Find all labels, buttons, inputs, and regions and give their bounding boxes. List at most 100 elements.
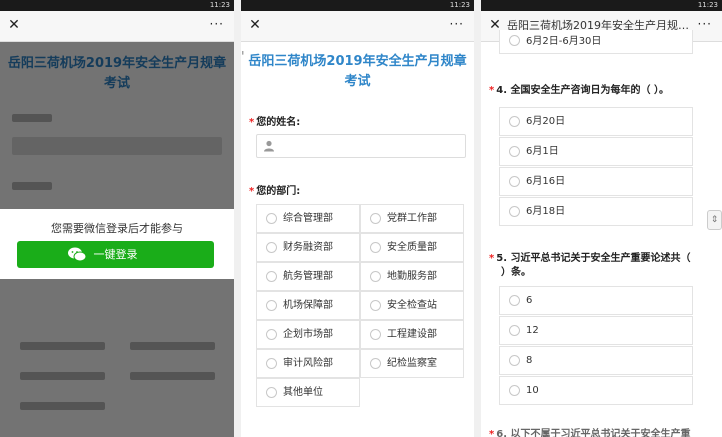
radio-button[interactable] xyxy=(509,206,520,217)
required-mark: * xyxy=(249,186,255,197)
dept-option-label: 纪检监察室 xyxy=(387,358,437,369)
dept-option[interactable]: 航务管理部 xyxy=(256,262,360,291)
radio-button[interactable] xyxy=(266,242,277,253)
dept-option[interactable]: 党群工作部 xyxy=(360,204,464,233)
user-icon xyxy=(264,140,274,152)
dept-option-label: 其他单位 xyxy=(283,387,323,398)
dept-label-text: 您的部门: xyxy=(256,186,301,197)
radio-button[interactable] xyxy=(370,213,381,224)
login-button-label: 一键登录 xyxy=(93,248,138,261)
radio-button[interactable] xyxy=(370,358,381,369)
required-mark: * xyxy=(489,253,495,264)
radio-button[interactable] xyxy=(266,300,277,311)
dept-option[interactable]: 纪检监察室 xyxy=(360,349,464,378)
dept-option-label: 安全质量部 xyxy=(387,242,437,253)
more-icon[interactable]: ··· xyxy=(210,16,224,32)
dept-option-label: 党群工作部 xyxy=(387,213,437,224)
nav-bar: ✕ ··· xyxy=(0,11,234,42)
more-icon[interactable]: ··· xyxy=(698,16,712,32)
answer-option[interactable]: 6月20日 xyxy=(499,107,693,136)
dept-option[interactable]: 财务融资部 xyxy=(256,233,360,262)
dept-option-label: 审计风险部 xyxy=(283,358,333,369)
radio-button[interactable] xyxy=(509,385,520,396)
more-icon[interactable]: ··· xyxy=(450,16,464,32)
radio-button[interactable] xyxy=(509,176,520,187)
survey-title-line2: 考试 xyxy=(344,74,371,89)
answer-option[interactable]: 8 xyxy=(499,346,693,375)
dept-option[interactable]: 其他单位 xyxy=(256,378,360,407)
radio-button[interactable] xyxy=(509,146,520,157)
dept-option[interactable]: 工程建设部 xyxy=(360,320,464,349)
panel-form: 11:23 ✕ ··· 岳阳三荷机场2019年安全生产月规章 考试 * 您的姓名:… xyxy=(241,0,474,437)
wechat-icon xyxy=(68,247,87,262)
name-label: * 您的姓名: xyxy=(249,113,300,128)
dept-option[interactable]: 综合管理部 xyxy=(256,204,360,233)
answer-option[interactable]: 6月16日 xyxy=(499,167,693,196)
answer-option[interactable]: 6月1日 xyxy=(499,137,693,166)
dept-option-label: 航务管理部 xyxy=(283,271,333,282)
login-button[interactable]: 一键登录 xyxy=(17,241,214,268)
question-number: 4. xyxy=(496,85,507,96)
login-dialog: 您需要微信登录后才能参与 一键登录 xyxy=(0,209,234,279)
survey-title-line1: 岳阳三荷机场2019年安全生产月规章 xyxy=(248,54,467,69)
dept-option-label: 安全检查站 xyxy=(387,300,437,311)
required-mark: * xyxy=(489,85,495,96)
answer-option[interactable]: 10 xyxy=(499,376,693,405)
radio-button[interactable] xyxy=(509,325,520,336)
answer-option-label: 6月1日 xyxy=(526,146,559,157)
panel-divider xyxy=(234,0,241,437)
answer-option[interactable]: 6月18日 xyxy=(499,197,693,226)
close-icon[interactable]: ✕ xyxy=(6,17,22,33)
radio-button[interactable] xyxy=(266,213,277,224)
scroll-handle-icon[interactable]: ⇕ xyxy=(707,210,722,230)
option-prev[interactable]: 6月2日-6月30日 xyxy=(499,30,693,54)
radio-button[interactable] xyxy=(509,355,520,366)
close-icon[interactable]: ✕ xyxy=(247,17,263,33)
question-text-line1: 习近平总书记关于安全生产重要论述共（ xyxy=(510,253,691,264)
status-time: 11:23 xyxy=(697,1,718,9)
required-mark: * xyxy=(489,429,495,437)
radio-button[interactable] xyxy=(266,387,277,398)
answer-option-label: 6月16日 xyxy=(526,176,566,187)
option-label: 6月2日-6月30日 xyxy=(526,36,602,47)
radio-button[interactable] xyxy=(370,242,381,253)
status-bar: 11:23 xyxy=(241,0,474,11)
panel-login: 11:23 ✕ ··· 岳阳三荷机场2019年安全生产月规章 考试 您需要微信登… xyxy=(0,0,234,437)
dept-label: * 您的部门: xyxy=(249,182,300,197)
name-label-text: 您的姓名: xyxy=(256,117,301,128)
panel-divider xyxy=(474,0,481,437)
ghost-char: ' xyxy=(241,50,245,65)
radio-button[interactable] xyxy=(266,271,277,282)
radio-button[interactable] xyxy=(370,300,381,311)
dept-option[interactable]: 企划市场部 xyxy=(256,320,360,349)
radio-button[interactable] xyxy=(266,329,277,340)
question-text: 全国安全生产咨询日为每年的（ ）。 xyxy=(510,85,669,96)
dept-option[interactable]: 安全质量部 xyxy=(360,233,464,262)
dept-option-label: 地勤服务部 xyxy=(387,271,437,282)
dept-option[interactable]: 审计风险部 xyxy=(256,349,360,378)
dept-option-label: 机场保障部 xyxy=(283,300,333,311)
status-time: 11:23 xyxy=(449,1,470,9)
radio-button[interactable] xyxy=(509,35,520,46)
answer-option[interactable]: 12 xyxy=(499,316,693,345)
dept-option[interactable]: 机场保障部 xyxy=(256,291,360,320)
dept-option[interactable]: 安全检查站 xyxy=(360,291,464,320)
answer-option-label: 6月20日 xyxy=(526,116,566,127)
question-5: * 5. 习近平总书记关于安全生产重要论述共（ ）条。 xyxy=(489,252,699,280)
question-text-line2: ）条。 xyxy=(501,267,531,278)
answer-option[interactable]: 6 xyxy=(499,286,693,315)
radio-button[interactable] xyxy=(509,295,520,306)
answer-option-label: 8 xyxy=(526,355,533,366)
radio-button[interactable] xyxy=(266,358,277,369)
radio-button[interactable] xyxy=(509,116,520,127)
radio-button[interactable] xyxy=(370,329,381,340)
status-time: 11:23 xyxy=(209,1,230,9)
question-4: * 4. 全国安全生产咨询日为每年的（ ）。 xyxy=(489,84,699,98)
dept-option-label: 财务融资部 xyxy=(283,242,333,253)
status-bar: 11:23 xyxy=(481,0,722,11)
radio-button[interactable] xyxy=(370,271,381,282)
name-input[interactable] xyxy=(256,134,466,158)
answer-option-label: 6 xyxy=(526,295,533,306)
dept-option[interactable]: 地勤服务部 xyxy=(360,262,464,291)
answer-option-label: 6月18日 xyxy=(526,206,566,217)
